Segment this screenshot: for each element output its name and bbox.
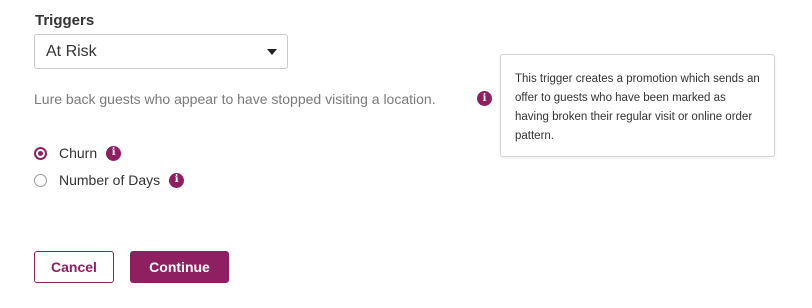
cancel-button[interactable]: Cancel xyxy=(34,251,114,283)
number-of-days-radio[interactable] xyxy=(34,173,47,187)
number-of-days-label: Number of Days xyxy=(59,172,161,188)
radio-option-churn[interactable]: Churn i xyxy=(34,145,122,161)
trigger-select-value: At Risk xyxy=(46,42,97,60)
churn-radio[interactable] xyxy=(34,146,47,160)
chevron-down-icon xyxy=(267,48,277,55)
info-icon[interactable]: i xyxy=(106,145,122,161)
continue-button[interactable]: Continue xyxy=(130,251,229,283)
trigger-tooltip: This trigger creates a promotion which s… xyxy=(500,54,775,157)
info-icon[interactable]: i xyxy=(477,91,492,106)
triggers-label: Triggers xyxy=(35,12,95,29)
churn-label: Churn xyxy=(59,145,98,161)
trigger-select[interactable]: At Risk xyxy=(34,34,288,69)
trigger-form: Triggers At Risk Lure back guests who ap… xyxy=(0,0,812,308)
info-icon[interactable]: i xyxy=(169,172,185,188)
radio-option-number-of-days[interactable]: Number of Days i xyxy=(34,172,185,188)
trigger-description: Lure back guests who appear to have stop… xyxy=(34,91,436,107)
